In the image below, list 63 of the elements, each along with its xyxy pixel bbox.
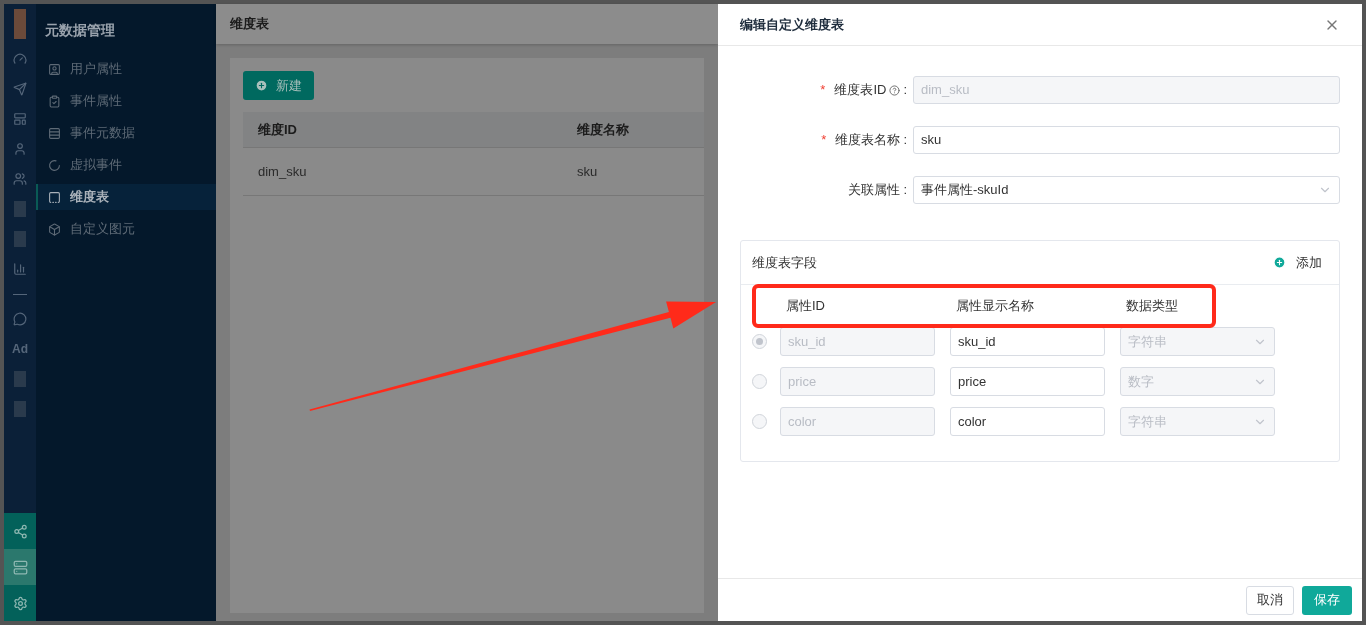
section-title: 维度表字段 — [752, 253, 817, 272]
colon: : — [903, 81, 907, 100]
column-header: 维度名称 — [577, 120, 629, 139]
sidebar-item[interactable]: 用户属性 — [36, 56, 216, 82]
clipboard-icon — [48, 94, 61, 108]
settings-icon — [12, 595, 28, 611]
spinner-icon — [48, 158, 61, 172]
separator-icon — [13, 293, 27, 295]
plus-icon — [1273, 256, 1286, 269]
sidebar-item[interactable]: 虚拟事件 — [36, 152, 216, 178]
save-button[interactable]: 保存 — [1302, 585, 1352, 615]
add-button[interactable]: 添加 — [1273, 252, 1322, 273]
page-title: 维度表 — [230, 15, 269, 34]
required-mark: * — [820, 81, 826, 100]
select-field[interactable]: 事件属性-skuId — [913, 176, 1340, 204]
list-icon — [48, 126, 61, 140]
select-field[interactable]: 数字 — [1120, 367, 1275, 396]
column-header: 数据类型 — [1126, 297, 1178, 316]
gauge-icon[interactable] — [13, 52, 27, 66]
share-icon — [12, 523, 28, 539]
table-cell-text: sku — [577, 162, 598, 181]
plus-icon — [255, 79, 268, 92]
radio-button[interactable] — [752, 414, 767, 429]
input-field[interactable]: price — [780, 367, 935, 396]
sidebar-item[interactable]: 维度表 — [36, 184, 216, 210]
chat-icon[interactable] — [13, 312, 27, 326]
select-field[interactable]: 字符串 — [1120, 407, 1275, 436]
send-icon[interactable] — [13, 82, 27, 96]
chart-icon[interactable] — [13, 262, 27, 276]
radio-button[interactable] — [752, 334, 767, 349]
radio-button[interactable] — [752, 374, 767, 389]
user-card-icon — [48, 62, 61, 76]
sidebar-item[interactable]: 事件元数据 — [36, 120, 216, 146]
new-button[interactable]: 新建 — [243, 71, 314, 100]
users-icon[interactable] — [13, 172, 27, 186]
ad-label[interactable]: Ad — [12, 340, 28, 358]
logo-icon — [14, 9, 26, 39]
column-header: 属性ID — [786, 297, 826, 316]
drawer-title: 编辑自定义维度表 — [740, 15, 844, 34]
input-field[interactable]: sku — [913, 126, 1340, 154]
field-label: 维度表名称 — [835, 131, 901, 150]
sidebar-item[interactable]: 事件属性 — [36, 88, 216, 114]
input-field[interactable]: sku_id — [780, 327, 935, 356]
field-label: 维度表ID — [834, 81, 887, 100]
input-field[interactable]: price — [950, 367, 1105, 396]
table-cell-text: dim_sku — [257, 162, 308, 181]
cancel-button[interactable]: 取消 — [1246, 585, 1294, 615]
column-header: 维度ID — [257, 120, 298, 139]
input-field[interactable]: color — [950, 407, 1105, 436]
required-mark: * — [821, 131, 827, 150]
input-field[interactable]: sku_id — [950, 327, 1105, 356]
colon: : — [903, 131, 907, 150]
column-header: 属性显示名称 — [956, 297, 1035, 316]
input-field[interactable]: color — [780, 407, 935, 436]
sidebar-item[interactable]: 自定义图元 — [36, 216, 216, 242]
cube-icon — [48, 222, 61, 236]
sidebar-title: 元数据管理 — [45, 20, 115, 40]
user-icon[interactable] — [13, 142, 27, 156]
field-label: 关联属性 — [848, 181, 901, 200]
colon: : — [903, 181, 907, 200]
select-field[interactable]: 字符串 — [1120, 327, 1275, 356]
layout-icon[interactable] — [13, 112, 27, 126]
server-icon — [12, 559, 28, 575]
